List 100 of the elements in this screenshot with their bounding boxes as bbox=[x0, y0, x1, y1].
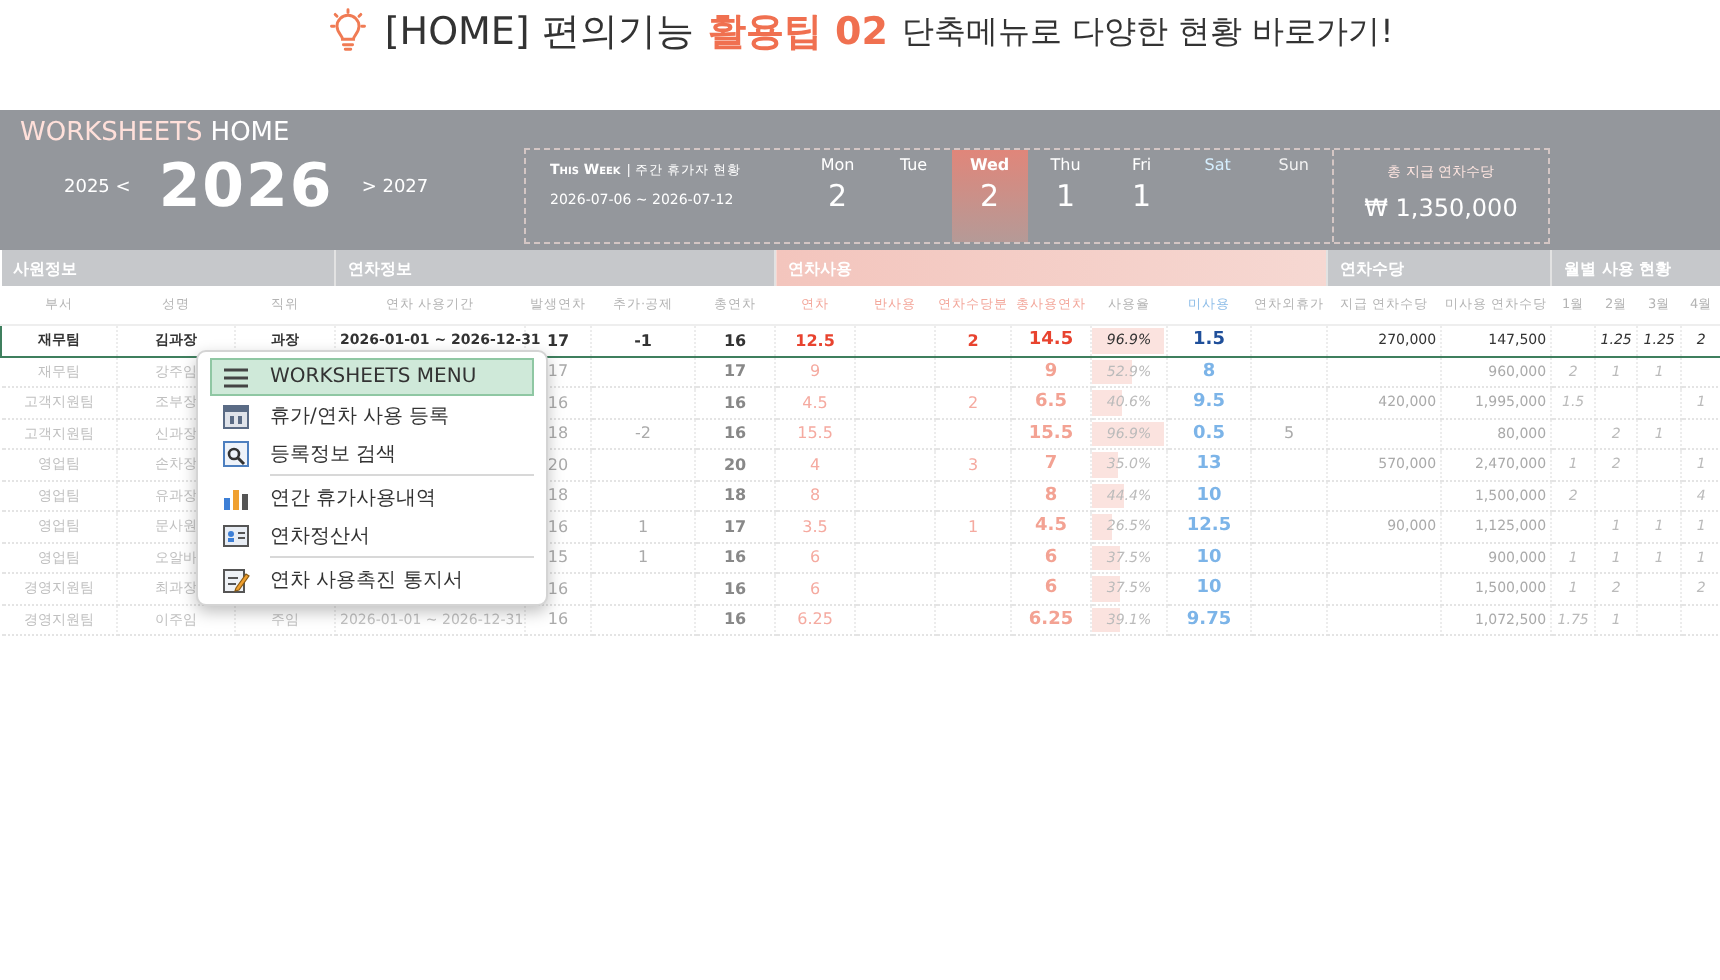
table-cell: 14.5 bbox=[1028, 330, 1074, 351]
day-label: Sat bbox=[1204, 156, 1231, 174]
day-column[interactable]: Fri 1 bbox=[1103, 150, 1180, 242]
day-column[interactable]: Sat bbox=[1179, 150, 1256, 242]
calendar-icon bbox=[222, 401, 250, 429]
table-cell: 12.5 bbox=[1186, 516, 1232, 537]
table-cell: 17 bbox=[547, 362, 569, 381]
group-header: 연차수당 bbox=[1327, 250, 1552, 286]
menu-item[interactable]: WORKSHEETS MENU bbox=[210, 358, 534, 396]
table-cell: 16 bbox=[723, 331, 747, 350]
table-cell: 4.5 bbox=[1035, 516, 1067, 537]
table-cell: 2 bbox=[967, 331, 979, 350]
table-cell: 6.5 bbox=[1035, 392, 1067, 413]
table-cell: 9 bbox=[809, 362, 821, 381]
table-cell: 6 bbox=[1044, 578, 1058, 599]
table-cell: 10 bbox=[1196, 578, 1222, 599]
table-cell: 0.5 bbox=[1193, 423, 1225, 444]
table-cell: 6.25 bbox=[1028, 609, 1074, 630]
total-amount: ₩ 1,350,000 bbox=[1364, 194, 1518, 222]
day-count: 2 bbox=[827, 178, 848, 214]
brand-subtitle: HOME bbox=[210, 118, 290, 148]
table-cell: 16 bbox=[723, 548, 747, 567]
table-cell: -1 bbox=[634, 331, 652, 350]
table-cell: 20 bbox=[547, 455, 569, 474]
lightbulb-icon bbox=[326, 8, 371, 52]
table-cell: 9.75 bbox=[1186, 609, 1232, 630]
table-cell: 18 bbox=[723, 486, 747, 505]
menu-item[interactable]: 휴가/연차 사용 등록 bbox=[210, 396, 534, 434]
table-cell: 16 bbox=[547, 579, 569, 598]
brand-title: WORKSHEETS bbox=[20, 118, 203, 148]
day-column[interactable]: Sun bbox=[1255, 150, 1332, 242]
search-icon bbox=[222, 439, 250, 467]
headline-highlight: 활용팁 02 bbox=[707, 8, 888, 58]
menu-item[interactable]: 연차정산서 bbox=[210, 516, 534, 554]
table-cell: 1 bbox=[637, 548, 649, 567]
document-pencil-icon bbox=[222, 565, 250, 593]
next-year-link[interactable]: > 2027 bbox=[361, 177, 429, 197]
day-column[interactable]: Mon 2 bbox=[799, 150, 876, 242]
menu-item[interactable]: 연간 휴가사용내역 bbox=[210, 478, 534, 516]
headline-text: [HOME] 편의기능 bbox=[384, 8, 694, 58]
table-cell: 15 bbox=[547, 548, 569, 567]
day-column[interactable]: Thu 1 bbox=[1027, 150, 1104, 242]
table-cell: 10 bbox=[1196, 485, 1222, 506]
table-cell: 6 bbox=[809, 579, 821, 598]
table-cell: 16 bbox=[547, 517, 569, 536]
day-label: Fri bbox=[1132, 156, 1152, 174]
table-cell: 9 bbox=[1044, 361, 1058, 382]
previous-year-link[interactable]: 2025 < bbox=[64, 177, 131, 197]
table-cell: 2 bbox=[967, 393, 979, 412]
day-label: Wed bbox=[969, 156, 1010, 174]
table-cell: 12.5 bbox=[795, 331, 835, 350]
id-card-icon bbox=[222, 521, 250, 549]
table-cell: 17 bbox=[723, 517, 747, 536]
table-cell: 15.5 bbox=[797, 424, 833, 443]
group-header: 사원정보 bbox=[1, 250, 336, 286]
current-year: 2026 bbox=[158, 152, 334, 222]
table-cell: -2 bbox=[635, 424, 651, 443]
table-cell: 3.5 bbox=[802, 517, 828, 536]
day-column[interactable]: Wed 2 bbox=[951, 150, 1028, 242]
table-cell: 16 bbox=[547, 393, 569, 412]
table-cell: 7 bbox=[1044, 454, 1058, 475]
table-cell: 16 bbox=[723, 424, 747, 443]
table-cell: 6.25 bbox=[797, 610, 833, 629]
table-cell: 1 bbox=[637, 517, 649, 536]
table-cell: 4 bbox=[809, 455, 821, 474]
menu-item[interactable]: 등록정보 검색 bbox=[210, 434, 534, 472]
table-cell: 4.5 bbox=[802, 393, 828, 412]
day-label: Thu bbox=[1050, 156, 1081, 174]
table-cell: 13 bbox=[1196, 454, 1222, 475]
table-cell: 18 bbox=[547, 486, 569, 505]
day-label: Mon bbox=[820, 156, 855, 174]
table-cell: 16 bbox=[547, 610, 569, 629]
day-count: 1 bbox=[1056, 178, 1076, 214]
table-cell: 5 bbox=[1284, 424, 1295, 443]
table-cell: 8 bbox=[1044, 485, 1058, 506]
table-cell: 6 bbox=[1044, 547, 1058, 568]
day-count: 2 bbox=[980, 178, 1000, 214]
table-cell: 16 bbox=[723, 393, 747, 412]
table-cell: 20 bbox=[723, 455, 747, 474]
table-cell: 18 bbox=[547, 424, 569, 443]
table-cell: 1 bbox=[967, 517, 979, 536]
table-cell: 8 bbox=[809, 486, 821, 505]
table-cell: 16 bbox=[723, 579, 747, 598]
day-label: Sun bbox=[1278, 156, 1309, 174]
group-header: 연차정보 bbox=[335, 250, 776, 286]
table-cell: 1.5 bbox=[1193, 330, 1225, 351]
menu-icon bbox=[222, 363, 250, 391]
table-cell: 8 bbox=[1202, 361, 1216, 382]
day-label: Tue bbox=[899, 156, 928, 174]
table-cell: 15.5 bbox=[1028, 423, 1074, 444]
table-cell: 9.5 bbox=[1193, 392, 1225, 413]
table-cell: 3 bbox=[967, 455, 979, 474]
group-header: 연차사용 bbox=[775, 250, 1328, 286]
day-column[interactable]: Tue bbox=[875, 150, 952, 242]
table-cell: 6 bbox=[809, 548, 821, 567]
table-cell: 17 bbox=[723, 362, 747, 381]
headline-subtitle: 단축메뉴로 다양한 현황 바로가기! bbox=[901, 12, 1394, 54]
day-count: 1 bbox=[1132, 178, 1152, 214]
table-cell: 10 bbox=[1196, 547, 1222, 568]
menu-item[interactable]: 연차 사용촉진 통지서 bbox=[210, 560, 534, 598]
